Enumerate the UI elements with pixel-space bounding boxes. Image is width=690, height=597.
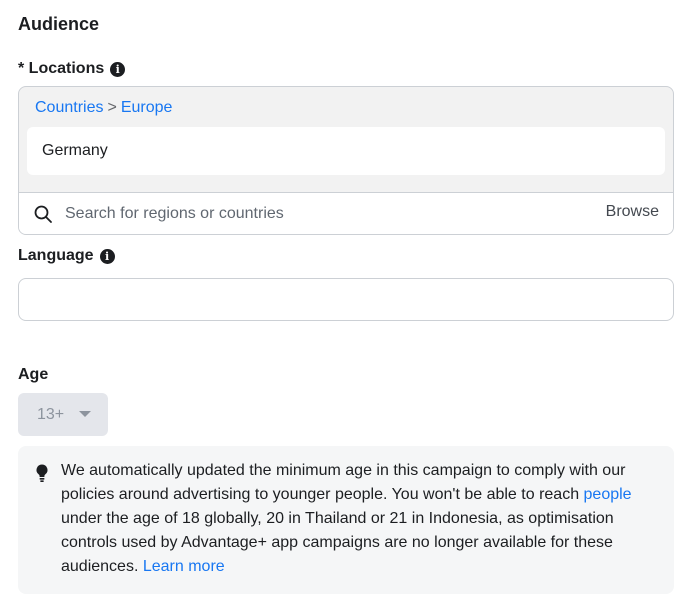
selected-location-germany[interactable]: Germany <box>27 127 665 175</box>
age-notice-banner: We automatically updated the minimum age… <box>18 446 674 594</box>
locations-panel: Countries>Europe Germany Browse <box>18 86 674 235</box>
age-label: Age <box>18 366 48 384</box>
locations-label-text: * Locations <box>18 60 105 77</box>
breadcrumb-countries-link[interactable]: Countries <box>35 99 103 116</box>
browse-button[interactable]: Browse <box>606 203 659 221</box>
learn-more-link[interactable]: Learn more <box>143 558 225 575</box>
lightbulb-icon <box>36 464 48 482</box>
notice-text: We automatically updated the minimum age… <box>61 459 666 579</box>
notice-text-part1: We automatically updated the minimum age… <box>61 462 626 503</box>
breadcrumb-europe-link[interactable]: Europe <box>121 99 173 116</box>
location-search-row: Browse <box>19 192 673 234</box>
breadcrumb: Countries > Europe <box>35 99 172 117</box>
search-icon <box>34 205 52 223</box>
age-dropdown[interactable]: 13+ <box>18 393 108 436</box>
age-label-text: Age <box>18 366 49 383</box>
info-icon[interactable]: i <box>110 61 126 77</box>
section-title-audience: Audience <box>18 14 100 34</box>
language-input[interactable] <box>18 278 674 321</box>
caret-down-icon <box>79 411 91 417</box>
age-selected-value: 13+ <box>37 405 65 423</box>
locations-label: * Locations i <box>18 60 126 78</box>
language-label-text: Language <box>18 247 94 264</box>
language-label: Language i <box>18 247 115 265</box>
people-link[interactable]: people <box>584 486 632 503</box>
location-search-input[interactable] <box>65 193 585 234</box>
info-icon[interactable]: i <box>99 248 115 264</box>
breadcrumb-separator: > <box>107 99 117 116</box>
